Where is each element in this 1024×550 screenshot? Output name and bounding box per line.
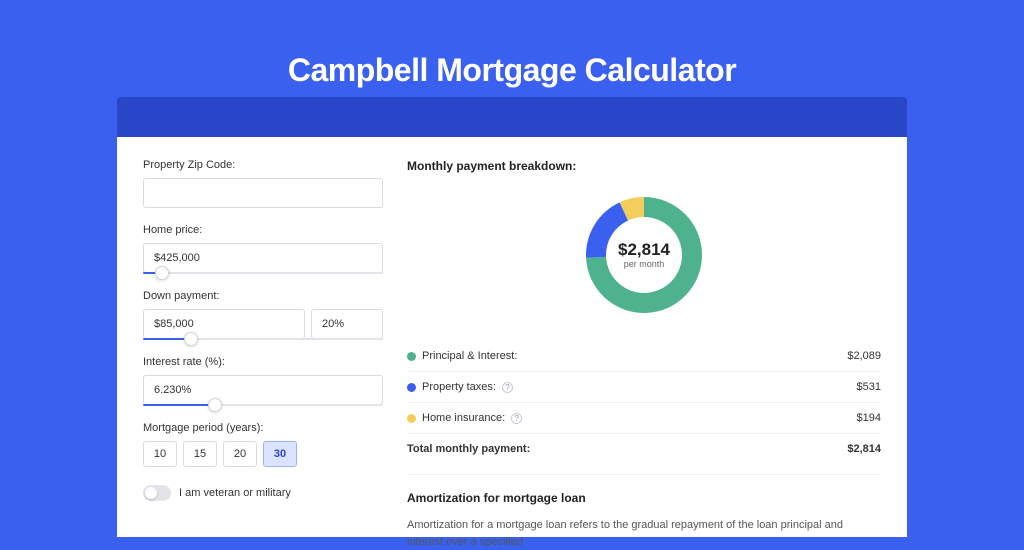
zip-field: Property Zip Code:	[143, 159, 383, 208]
period-label: Mortgage period (years):	[143, 422, 383, 434]
veteran-label: I am veteran or military	[179, 487, 291, 499]
legend-value: $531	[857, 381, 881, 393]
period-button-20[interactable]: 20	[223, 441, 257, 467]
legend-value: $2,089	[847, 350, 881, 362]
home-price-slider[interactable]	[143, 272, 383, 274]
interest-slider[interactable]	[143, 404, 383, 406]
interest-field: Interest rate (%):	[143, 356, 383, 406]
legend: Principal & Interest: $2,089 Property taxe…	[407, 341, 881, 464]
down-payment-label: Down payment:	[143, 290, 383, 302]
period-field: Mortgage period (years): 10152030	[143, 422, 383, 467]
legend-label: Principal & Interest:	[422, 350, 517, 362]
period-button-10[interactable]: 10	[143, 441, 177, 467]
amort-title: Amortization for mortgage loan	[407, 491, 881, 505]
donut-chart: $2,814 per month	[407, 193, 881, 317]
legend-row: Property taxes:? $531	[407, 371, 881, 402]
down-payment-pct-input[interactable]	[311, 309, 383, 339]
slider-thumb-icon[interactable]	[208, 398, 222, 412]
home-price-input[interactable]	[143, 243, 383, 273]
donut-center-sub: per month	[624, 259, 665, 269]
breakdown-title: Monthly payment breakdown:	[407, 159, 881, 173]
donut-center-value: $2,814	[618, 240, 671, 259]
down-payment-field: Down payment:	[143, 290, 383, 340]
info-icon[interactable]: ?	[511, 413, 522, 424]
page-title: Campbell Mortgage Calculator	[288, 52, 736, 89]
interest-label: Interest rate (%):	[143, 356, 383, 368]
down-payment-slider[interactable]	[143, 338, 383, 340]
total-value: $2,814	[847, 443, 881, 455]
legend-dot-icon	[407, 414, 416, 423]
inputs-panel: Property Zip Code: Home price: Down paym…	[143, 159, 383, 537]
legend-label: Property taxes:	[422, 381, 496, 393]
slider-thumb-icon[interactable]	[184, 332, 198, 346]
interest-input[interactable]	[143, 375, 383, 405]
amort-text: Amortization for a mortgage loan refers …	[407, 517, 881, 550]
down-payment-input[interactable]	[143, 309, 305, 339]
page: Campbell Mortgage Calculator Property Zi…	[0, 0, 1024, 537]
legend-dot-icon	[407, 352, 416, 361]
home-price-field: Home price:	[143, 224, 383, 274]
slider-thumb-icon[interactable]	[155, 266, 169, 280]
breakdown-panel: Monthly payment breakdown: $2,814 per mo…	[407, 159, 881, 537]
legend-label: Home insurance:	[422, 412, 505, 424]
period-buttons: 10152030	[143, 441, 383, 467]
total-label: Total monthly payment:	[407, 443, 530, 455]
info-icon[interactable]: ?	[502, 382, 513, 393]
home-price-label: Home price:	[143, 224, 383, 236]
legend-row: Home insurance:? $194	[407, 402, 881, 433]
veteran-row: I am veteran or military	[143, 485, 383, 501]
legend-dot-icon	[407, 383, 416, 392]
legend-value: $194	[857, 412, 881, 424]
zip-input[interactable]	[143, 178, 383, 208]
amortization-section: Amortization for mortgage loan Amortizat…	[407, 474, 881, 550]
legend-total-row: Total monthly payment: $2,814	[407, 433, 881, 464]
period-button-15[interactable]: 15	[183, 441, 217, 467]
legend-row: Principal & Interest: $2,089	[407, 341, 881, 371]
calculator-card: Property Zip Code: Home price: Down paym…	[117, 137, 907, 537]
veteran-toggle[interactable]	[143, 485, 171, 501]
donut-svg: $2,814 per month	[582, 193, 706, 317]
period-button-30[interactable]: 30	[263, 441, 297, 467]
header-band	[117, 97, 907, 137]
zip-label: Property Zip Code:	[143, 159, 383, 171]
